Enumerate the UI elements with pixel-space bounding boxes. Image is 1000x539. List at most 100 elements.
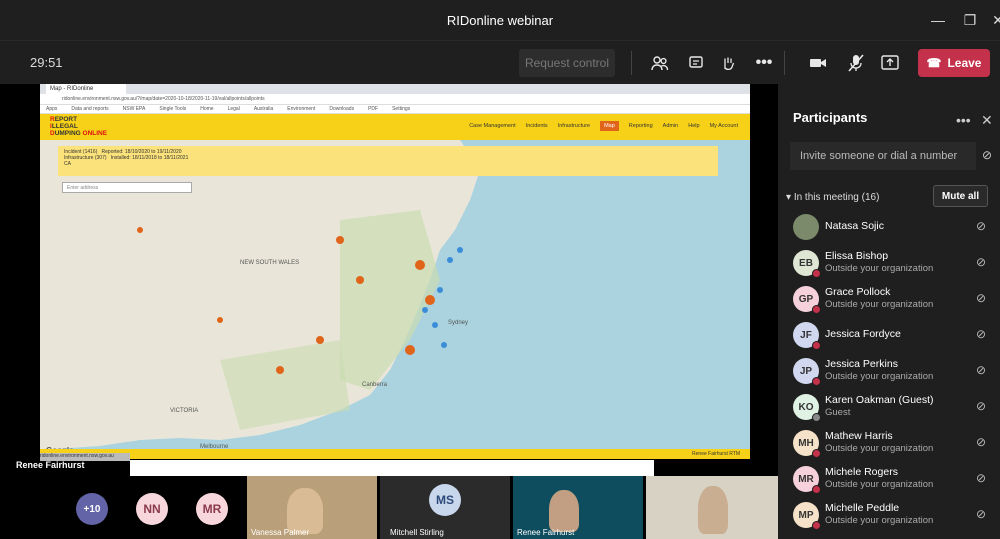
filter-ca[interactable]: CA [64, 161, 71, 167]
bookmark: Environment [287, 106, 316, 112]
overflow-participants-button[interactable]: +10 [76, 493, 108, 525]
avatar [793, 214, 819, 240]
nav-reporting: Reporting [628, 123, 653, 129]
panel-title: Participants [793, 110, 868, 125]
bookmark: Apps [46, 106, 58, 112]
participant-avatar-ms: MS [429, 484, 461, 516]
avatar: GP [793, 286, 821, 314]
participant-row[interactable]: GP Grace Pollock Outside your organizati… [778, 281, 1000, 317]
video-tile-renee[interactable]: Renee Fairhurst [513, 476, 643, 539]
bookmark: PDF [368, 106, 379, 112]
participant-row[interactable]: JP Jessica Perkins Outside your organiza… [778, 353, 1000, 389]
nav-my-account: My Account [709, 123, 738, 129]
map-label-nsw: NEW SOUTH WALES [240, 260, 300, 266]
bookmark: Australia [253, 106, 274, 112]
camera-icon[interactable] [806, 51, 830, 75]
participant-avatar-nn[interactable]: NN [136, 493, 168, 525]
site-header: REPORT ILLEGAL DUMPING ONLINE Case Manag… [40, 114, 750, 140]
video-gallery: +10 NN MR Vanessa Palmer MS Mitchell Sti… [0, 476, 778, 539]
video-tile-mitchell[interactable]: MS Mitchell Stirling [380, 476, 510, 539]
participant-row[interactable]: MH Mathew Harris Outside your organizati… [778, 425, 1000, 461]
participant-name: Michele Rogers [825, 466, 898, 478]
participant-name: Mathew Harris [825, 430, 893, 442]
nav-case-management: Case Management [469, 123, 516, 129]
people-icon[interactable] [648, 51, 672, 75]
rid-logo: REPORT ILLEGAL DUMPING ONLINE [50, 116, 108, 137]
window-title: RIDonline webinar [446, 12, 554, 28]
shared-browser-window: Map - RIDonline ridonline.environment.ns… [40, 84, 750, 459]
map-view: Incident (1416) Reported: 18/10/2020 to … [40, 140, 750, 459]
in-meeting-header[interactable]: ▾ In this meeting (16) [786, 192, 879, 203]
mic-off-icon[interactable]: ⊘ [976, 327, 986, 341]
mic-off-icon[interactable]: ⊘ [976, 507, 986, 521]
panel-close-icon[interactable]: ✕ [981, 112, 993, 129]
request-control-button[interactable]: Request control [519, 49, 615, 77]
participant-row[interactable]: MR Michele Rogers Outside your organizat… [778, 461, 1000, 497]
participant-row[interactable]: EB Elissa Bishop Outside your organizati… [778, 245, 1000, 281]
participant-subtitle: Outside your organization [825, 263, 934, 274]
mic-off-icon[interactable]: ⊘ [976, 255, 986, 269]
map-label-sydney: Sydney [448, 320, 469, 326]
link-icon[interactable]: ⊘ [982, 148, 992, 162]
video-tile-vanessa[interactable]: Vanessa Palmer [247, 476, 377, 539]
mic-off-icon[interactable] [844, 51, 868, 75]
nav-help: Help [688, 123, 700, 129]
raise-hand-icon[interactable] [716, 51, 740, 75]
avatar: MP [793, 502, 821, 530]
site-nav: Case Management Incidents Infrastructure… [469, 121, 738, 131]
map-label-canberra: Canberra [362, 382, 388, 388]
map-footer: Renee Fairhurst RTM [40, 449, 750, 459]
leave-button[interactable]: ☎ Leave [918, 49, 990, 77]
participant-row[interactable]: JF Jessica Fordyce ⊘ [778, 317, 1000, 353]
map-label-victoria: VICTORIA [170, 408, 199, 414]
more-icon[interactable]: ••• [752, 51, 776, 75]
participant-subtitle: Outside your organization [825, 371, 934, 382]
participant-subtitle: Guest [825, 407, 851, 418]
mic-off-icon[interactable]: ⊘ [976, 471, 986, 485]
participant-avatar-mr[interactable]: MR [196, 493, 228, 525]
mic-off-icon[interactable]: ⊘ [976, 399, 986, 413]
mic-off-icon[interactable]: ⊘ [976, 435, 986, 449]
participant-row[interactable]: KO Karen Oakman (Guest) Guest ⊘ [778, 389, 1000, 425]
share-icon[interactable] [878, 51, 902, 75]
participant-name: Natasa Sojic [825, 220, 884, 232]
video-tile-label: Vanessa Palmer [251, 528, 310, 537]
meeting-toolbar: 29:51 Request control ••• ☎ Leave [0, 40, 1000, 84]
person-silhouette [549, 490, 579, 532]
minimize-icon[interactable]: — [920, 0, 956, 40]
meeting-timer: 29:51 [30, 55, 63, 70]
avatar: JP [793, 358, 821, 386]
chat-icon[interactable] [684, 51, 708, 75]
browser-url-bar: ridonline.environment.nsw.gov.au/?/map/d… [40, 94, 750, 105]
avatar: JF [793, 322, 821, 350]
date-filter[interactable]: Installed: 18/11/2018 to 18/11/2021 [111, 155, 189, 161]
panel-more-icon[interactable]: ••• [956, 112, 971, 128]
participant-row[interactable]: MP Michelle Peddle Outside your organiza… [778, 497, 1000, 533]
leave-label: Leave [947, 56, 982, 70]
bookmark: Data and reports [71, 106, 109, 112]
avatar: KO [793, 394, 821, 422]
participant-row[interactable]: Natasa Sojic ⊘ [778, 209, 1000, 245]
browser-tab: Map - RIDonline [46, 84, 126, 94]
participants-panel: Participants ••• ✕ Invite someone or dia… [778, 84, 1000, 539]
phone-hangup-icon: ☎ [926, 56, 942, 70]
close-icon[interactable]: ✕ [980, 0, 1000, 40]
bookmark: Downloads [329, 106, 355, 112]
avatar: MR [793, 466, 821, 494]
mic-off-icon[interactable]: ⊘ [976, 291, 986, 305]
participant-name: Jessica Fordyce [825, 328, 901, 340]
presenter-name: Renee Fairhurst [16, 460, 85, 470]
mic-off-icon[interactable]: ⊘ [976, 219, 986, 233]
participant-subtitle: Outside your organization [825, 515, 934, 526]
address-search-input[interactable]: Enter address [62, 182, 192, 193]
participant-name: Jessica Perkins [825, 358, 898, 370]
mic-off-icon[interactable]: ⊘ [976, 363, 986, 377]
invite-input[interactable]: Invite someone or dial a number [790, 142, 976, 170]
participant-subtitle: Outside your organization [825, 443, 934, 454]
video-tile-label: Mitchell Stirling [390, 528, 444, 537]
video-tile-label: Renee Fairhurst [517, 528, 575, 537]
mute-all-button[interactable]: Mute all [933, 185, 988, 207]
avatar: EB [793, 250, 821, 278]
browser-bookmarks: Apps Data and reports NSW EPA Single Too… [40, 105, 750, 114]
video-tile-participant[interactable] [646, 476, 778, 539]
